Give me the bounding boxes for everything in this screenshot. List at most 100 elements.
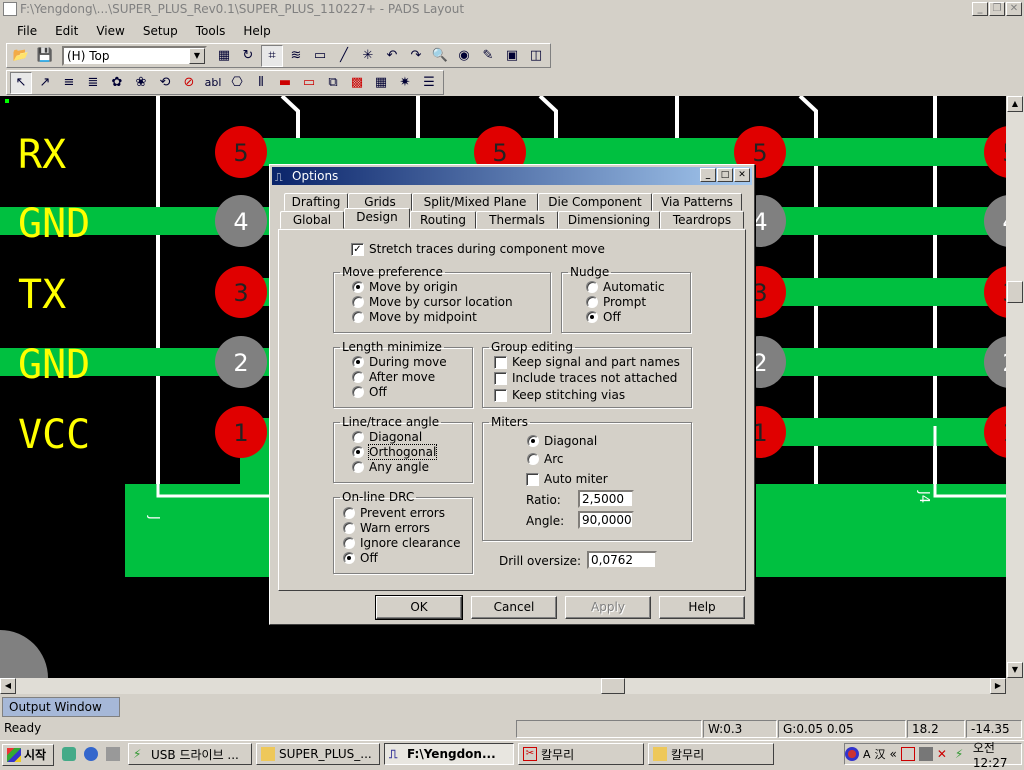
grid-icon[interactable]: ▦ bbox=[370, 72, 392, 94]
ime-a-icon[interactable]: A bbox=[863, 748, 871, 761]
task-pads[interactable]: ⎍ F:\Yengdon... bbox=[384, 743, 514, 765]
redo-icon[interactable]: ↷ bbox=[405, 45, 427, 67]
undo-icon[interactable]: ↶ bbox=[381, 45, 403, 67]
vertical-scroll-thumb[interactable] bbox=[1007, 281, 1023, 303]
cancel-button[interactable]: Cancel bbox=[471, 596, 557, 619]
dialog-minimize-button[interactable]: _ bbox=[700, 168, 716, 182]
tray-network-icon[interactable] bbox=[918, 747, 933, 761]
ecotoolbar-icon[interactable]: ╱ bbox=[333, 45, 355, 67]
nudge-automatic-option[interactable]: Automatic bbox=[586, 280, 665, 294]
restore-button[interactable]: ❐ bbox=[989, 2, 1005, 16]
zoom-icon[interactable]: 🔍 bbox=[429, 45, 451, 67]
keep-signal-option[interactable]: Keep signal and part names bbox=[494, 355, 680, 369]
select-arrow-icon[interactable]: ↖ bbox=[10, 71, 32, 94]
ignore-clearance-option[interactable]: Ignore clearance bbox=[343, 536, 461, 550]
checkbox-icon[interactable] bbox=[494, 388, 507, 402]
text-icon[interactable]: abl bbox=[202, 72, 224, 94]
checkbox-icon[interactable] bbox=[494, 371, 507, 385]
menu-tools[interactable]: Tools bbox=[187, 24, 235, 38]
redraw-icon[interactable]: ↻ bbox=[237, 45, 259, 67]
apply-button[interactable]: Apply bbox=[565, 596, 651, 619]
angle-diagonal-option[interactable]: Diagonal bbox=[352, 430, 422, 444]
task-kalmuri-2[interactable]: 칼무리 bbox=[648, 743, 774, 765]
miter-diagonal-option[interactable]: Diagonal bbox=[527, 434, 597, 448]
properties-icon[interactable]: ▦ bbox=[213, 45, 235, 67]
tab-die-component[interactable]: Die Component bbox=[538, 193, 652, 211]
delete-icon[interactable]: ⊘ bbox=[178, 72, 200, 94]
radio-icon[interactable] bbox=[352, 281, 364, 293]
task-kalmuri-1[interactable]: ✂ 칼무리 bbox=[518, 743, 644, 765]
component-icon[interactable]: ✿ bbox=[106, 72, 128, 94]
tab-design[interactable]: Design bbox=[344, 208, 410, 228]
save-icon[interactable]: 💾 bbox=[34, 45, 56, 67]
drafting-toolbar-icon[interactable]: ≋ bbox=[285, 45, 307, 67]
trace-rx-0[interactable] bbox=[240, 138, 1006, 166]
tab-thermals[interactable]: Thermals bbox=[476, 211, 558, 229]
ime-korean-icon[interactable] bbox=[845, 747, 859, 761]
radio-icon[interactable] bbox=[352, 311, 364, 323]
dropdown-arrow-icon[interactable]: ▼ bbox=[189, 47, 205, 64]
tab-teardrops[interactable]: Teardrops bbox=[660, 211, 744, 229]
radio-icon[interactable] bbox=[343, 507, 355, 519]
stitch-icon[interactable]: ▩ bbox=[346, 72, 368, 94]
task-folder-superplus[interactable]: SUPER_PLUS_... bbox=[256, 743, 380, 765]
tab-split-mixed-plane[interactable]: Split/Mixed Plane bbox=[412, 193, 538, 211]
display-icon[interactable]: ▣ bbox=[501, 45, 523, 67]
tab-via-patterns[interactable]: Via Patterns bbox=[652, 193, 742, 211]
during-move-option[interactable]: During move bbox=[352, 355, 447, 369]
auto-miter-option[interactable]: Auto miter bbox=[526, 472, 608, 486]
keep-stitching-option[interactable]: Keep stitching vias bbox=[494, 388, 625, 402]
move-by-cursor-option[interactable]: Move by cursor location bbox=[352, 295, 513, 309]
radio-icon[interactable] bbox=[352, 461, 364, 473]
horizontal-scroll-thumb[interactable] bbox=[601, 678, 625, 694]
vertical-scrollbar[interactable]: ▲ ▼ bbox=[1006, 96, 1024, 678]
tray-usb-icon[interactable]: ⚡ bbox=[955, 747, 969, 761]
open-icon[interactable]: 📂 bbox=[10, 45, 32, 67]
stretch-traces-option[interactable]: ✓ Stretch traces during component move bbox=[351, 242, 605, 256]
warn-errors-option[interactable]: Warn errors bbox=[343, 521, 430, 535]
scroll-up-icon[interactable]: ▲ bbox=[1007, 96, 1023, 112]
menu-setup[interactable]: Setup bbox=[134, 24, 187, 38]
broom-icon[interactable]: ✎ bbox=[477, 45, 499, 67]
quicklaunch-explorer-icon[interactable] bbox=[106, 747, 120, 761]
nudge-prompt-option[interactable]: Prompt bbox=[586, 295, 646, 309]
star-icon[interactable]: ✷ bbox=[394, 72, 416, 94]
drc-off-option[interactable]: Off bbox=[343, 551, 378, 565]
quicklaunch-desktop-icon[interactable] bbox=[62, 747, 76, 761]
length-off-option[interactable]: Off bbox=[352, 385, 387, 399]
include-traces-option[interactable]: Include traces not attached bbox=[494, 371, 677, 385]
view-icon[interactable]: ◉ bbox=[453, 45, 475, 67]
after-move-option[interactable]: After move bbox=[352, 370, 435, 384]
radio-icon[interactable] bbox=[586, 296, 598, 308]
layer-select[interactable]: (H) Top ▼ bbox=[62, 45, 207, 66]
radio-icon[interactable] bbox=[343, 537, 355, 549]
checkbox-icon[interactable] bbox=[494, 355, 507, 369]
output-window-tab[interactable]: Output Window bbox=[2, 697, 120, 717]
horizontal-scrollbar[interactable]: ◀ ▶ bbox=[0, 678, 1006, 694]
dimension-toolbar-icon[interactable]: ▭ bbox=[309, 45, 331, 67]
drill-oversize-input[interactable]: 0,0762 bbox=[587, 551, 657, 569]
scroll-left-icon[interactable]: ◀ bbox=[0, 678, 16, 694]
angle-input[interactable]: 90,0000 bbox=[578, 511, 634, 529]
radio-icon[interactable] bbox=[352, 386, 364, 398]
angle-any-option[interactable]: Any angle bbox=[352, 460, 429, 474]
start-button[interactable]: 시작 bbox=[2, 743, 54, 766]
layers2-icon[interactable]: ≣ bbox=[82, 72, 104, 94]
router-icon[interactable]: ✳ bbox=[357, 45, 379, 67]
ok-button[interactable]: OK bbox=[375, 595, 463, 620]
tray-capture-icon[interactable] bbox=[900, 747, 915, 761]
menu-file[interactable]: File bbox=[8, 24, 46, 38]
radio-icon[interactable] bbox=[352, 371, 364, 383]
radio-icon[interactable] bbox=[527, 435, 539, 447]
menu-help[interactable]: Help bbox=[234, 24, 279, 38]
window-icon[interactable]: ◫ bbox=[525, 45, 547, 67]
via-icon[interactable]: ⎔ bbox=[226, 72, 248, 94]
close-button[interactable]: ✕ bbox=[1006, 2, 1022, 16]
route-icon[interactable]: ▬ bbox=[274, 72, 296, 94]
tab-global[interactable]: Global bbox=[280, 211, 344, 229]
layers-icon[interactable]: ≡ bbox=[58, 72, 80, 94]
tab-routing[interactable]: Routing bbox=[410, 211, 476, 229]
tab-drafting[interactable]: Drafting bbox=[284, 193, 348, 211]
task-usb[interactable]: ⚡ USB 드라이브 ... bbox=[128, 743, 252, 765]
design-toolbar-icon[interactable]: ⌗ bbox=[261, 44, 283, 67]
